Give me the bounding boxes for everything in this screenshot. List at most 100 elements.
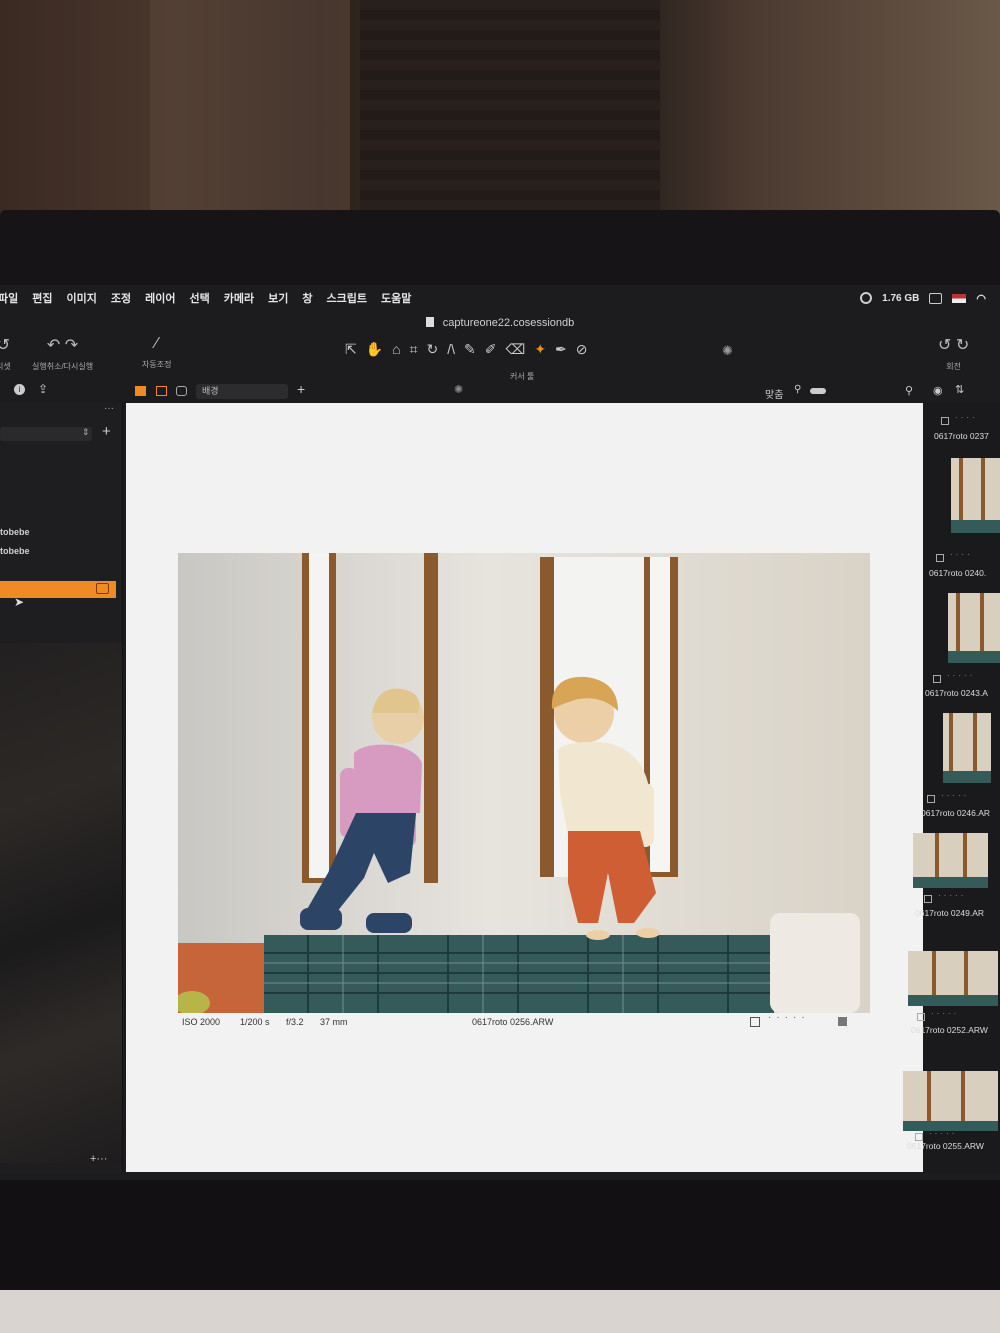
zoom-icon[interactable]: ⚲ [794, 384, 801, 395]
menu-window[interactable]: 창 [302, 290, 312, 306]
select-checkbox[interactable] [750, 1017, 760, 1027]
thumb-checkbox[interactable] [915, 1133, 923, 1141]
menu-layer[interactable]: 레이어 [145, 290, 175, 306]
screen: 파일 편집 이미지 조정 레이어 선택 카메라 보기 창 스크립트 도움말 1.… [0, 285, 1000, 1180]
album-item[interactable]: tobebe [0, 527, 30, 537]
add-collection-icon[interactable]: + [102, 423, 111, 440]
menu-script[interactable]: 스크립트 [327, 290, 367, 306]
thumb-window [927, 1071, 931, 1121]
menu-view[interactable]: 보기 [268, 290, 288, 306]
background-select-value: 배경 [202, 386, 219, 396]
menu-image[interactable]: 이미지 [67, 290, 97, 306]
eraser-icon[interactable]: ⌫ [506, 341, 526, 358]
rotate-label: 회전 [946, 362, 961, 371]
thumb-checkbox[interactable] [936, 554, 944, 562]
focal-length-value: 37 mm [320, 1017, 348, 1027]
thumb-window [963, 833, 967, 878]
thumb-rating[interactable]: ····· [931, 1009, 959, 1018]
picker-icon[interactable]: ✦ [534, 341, 546, 358]
menu-select[interactable]: 선택 [190, 290, 210, 306]
eye-icon[interactable]: ◉ [933, 384, 943, 397]
sort-icon[interactable]: ⇅ [955, 383, 964, 396]
thumbnail-label: 0617roto 0246.AR [921, 808, 990, 818]
info-icon[interactable]: i [14, 384, 25, 395]
crop-icon[interactable]: ⌗ [410, 341, 418, 358]
export-icon[interactable]: ⇪ [38, 382, 48, 396]
thumb-rating[interactable]: ····· [941, 791, 969, 800]
color-tag-icon[interactable] [838, 1017, 847, 1026]
thumb-window [949, 713, 953, 773]
search-icon[interactable]: ⚲ [905, 384, 913, 397]
annotation-icon[interactable]: ✒ [555, 341, 567, 358]
thumb-checkbox[interactable] [941, 417, 949, 425]
color-picker-icon[interactable]: ⊘ [576, 341, 588, 358]
camera-icon [96, 583, 109, 594]
thumbnail[interactable] [948, 593, 1000, 663]
magic-wand-icon: ⁄ [155, 335, 159, 352]
thumb-checkbox[interactable] [933, 675, 941, 683]
menu-file[interactable]: 파일 [0, 290, 18, 306]
rating-dots[interactable]: ····· [768, 1012, 810, 1023]
background-select[interactable]: 배경 [196, 384, 288, 399]
thumb-rating[interactable]: ····· [929, 1129, 957, 1138]
thumb-checkbox[interactable] [924, 895, 932, 903]
thumb-checkbox[interactable] [917, 1013, 925, 1021]
auto-adjust-label: 자동조정 [142, 360, 172, 369]
thumbnail-label: 0617roto 0255.ARW [907, 1141, 984, 1151]
thumb-rating[interactable]: ···· [955, 413, 978, 422]
thumb-rating[interactable]: ····· [938, 891, 966, 900]
album-item[interactable]: tobebe [0, 546, 30, 556]
auto-adjust-group[interactable]: ⁄ 자동조정 [142, 335, 171, 370]
thumb-window [935, 833, 939, 878]
room-light [150, 0, 350, 225]
thumbnail[interactable] [951, 458, 1000, 533]
add-icon[interactable]: + [297, 381, 305, 397]
thumb-bench [908, 995, 998, 1006]
zoom-slider[interactable] [810, 388, 826, 394]
grid-view-icon[interactable] [135, 386, 146, 396]
input-source-flag-icon[interactable] [952, 293, 967, 303]
spot-removal-icon[interactable]: ✎ [464, 341, 476, 358]
thumb-window [964, 951, 968, 996]
display-icon[interactable] [929, 292, 943, 304]
menu-edit[interactable]: 편집 [32, 290, 52, 306]
document-icon [425, 317, 434, 327]
thumbnail[interactable] [908, 951, 998, 1006]
compare-view-icon[interactable] [176, 386, 187, 396]
brush-icon[interactable]: ✐ [485, 341, 497, 358]
thumb-rating[interactable]: ····· [947, 671, 975, 680]
thumb-checkbox[interactable] [927, 795, 935, 803]
zoom-fit-label[interactable]: 맞춤 [765, 386, 783, 401]
thumb-window [973, 713, 977, 773]
single-view-icon[interactable] [156, 386, 167, 396]
pan-hand-icon[interactable]: ✋ [366, 341, 383, 358]
rotate-icon[interactable]: ↻ [427, 341, 439, 358]
collection-select[interactable] [0, 427, 92, 441]
menu-help[interactable]: 도움말 [381, 290, 411, 306]
thumbnail-label: 0617roto 0243.A [925, 688, 988, 698]
menu-adjust[interactable]: 조정 [111, 290, 131, 306]
thumb-bench [913, 877, 988, 888]
image-viewer[interactable]: ISO 2000 1/200 s f/3.2 37 mm 0617roto 02… [126, 403, 923, 1172]
thumbnail[interactable] [903, 1071, 998, 1131]
select-cursor-icon[interactable]: ⇱ [345, 341, 357, 358]
thumb-rating[interactable]: ···· [950, 550, 973, 559]
rotate-group[interactable]: ↺ ↻ 회전 [938, 335, 969, 372]
thumb-window [981, 458, 985, 528]
keystone-icon[interactable]: /\ [447, 341, 455, 358]
room-door [360, 0, 660, 225]
loupe-icon[interactable]: ⌂ [392, 341, 400, 358]
wifi-icon[interactable]: ◠ [976, 292, 986, 305]
thumb-window [959, 458, 963, 528]
add-menu-icon[interactable]: +··· [90, 1153, 107, 1165]
more-options-icon[interactable]: ··· [104, 403, 114, 414]
thumbnail[interactable] [913, 833, 988, 888]
thumbnail[interactable] [943, 713, 991, 783]
creative-cloud-icon[interactable] [860, 292, 873, 304]
undo-redo-group[interactable]: ↶ ↷ 실행취소/다시실행 [32, 335, 93, 372]
thumbnail-label: 0617roto 0249.AR [915, 908, 984, 918]
undo-redo-label: 실행취소/다시실행 [32, 362, 94, 371]
menu-camera[interactable]: 카메라 [224, 290, 254, 306]
collection-stepper-icon[interactable]: ⇕ [82, 427, 90, 438]
reset-group[interactable]: ↺ 리셋 [0, 335, 11, 372]
